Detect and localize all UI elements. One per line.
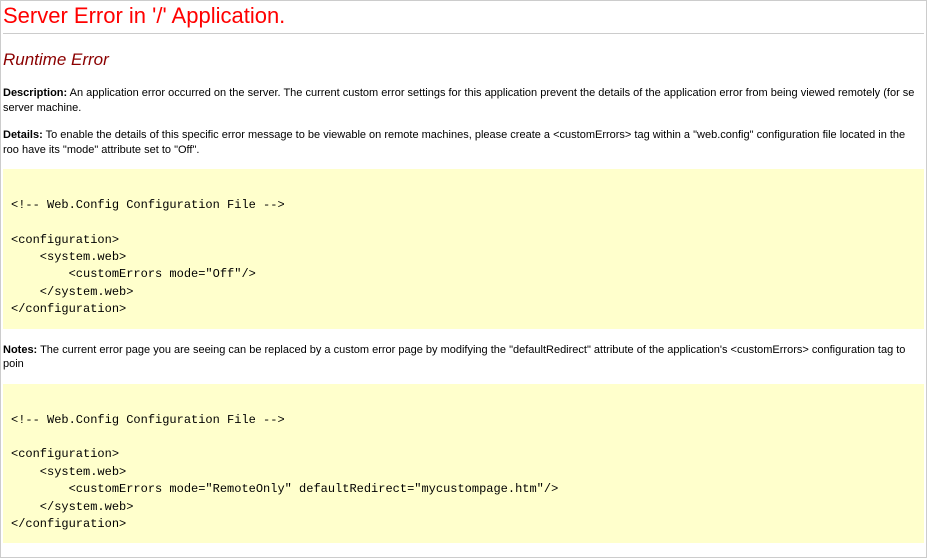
notes-label: Notes: — [3, 344, 37, 356]
notes-paragraph: Notes: The current error page you are se… — [3, 343, 924, 373]
description-paragraph: Description: An application error occurr… — [3, 86, 924, 116]
description-text: An application error occurred on the ser… — [3, 87, 914, 114]
details-paragraph: Details: To enable the details of this s… — [3, 128, 924, 158]
title-divider — [3, 33, 924, 34]
config-code-block-remoteonly: <!-- Web.Config Configuration File --> <… — [3, 384, 924, 543]
error-subtitle: Runtime Error — [3, 50, 926, 70]
page-title: Server Error in '/' Application. — [3, 3, 926, 29]
description-label: Description: — [3, 87, 67, 99]
config-code-block-off: <!-- Web.Config Configuration File --> <… — [3, 169, 924, 328]
notes-text: The current error page you are seeing ca… — [3, 344, 905, 371]
details-label: Details: — [3, 129, 43, 141]
details-text: To enable the details of this specific e… — [3, 129, 905, 156]
error-page: Server Error in '/' Application. Runtime… — [0, 0, 927, 558]
